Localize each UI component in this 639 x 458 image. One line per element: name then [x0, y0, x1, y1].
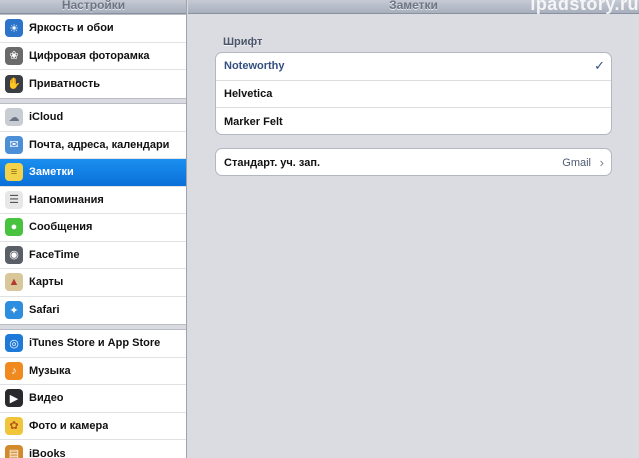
font-option-marker-felt[interactable]: Marker Felt [216, 108, 611, 134]
notes-icon: ≡ [5, 163, 23, 182]
sidebar-item-music[interactable]: ♪ Музыка [0, 358, 186, 385]
default-account-cell[interactable]: Стандарт. уч. зап. Gmail › [216, 149, 611, 175]
ibooks-icon: ▤ [5, 444, 23, 458]
font-option-label: Noteworthy [224, 60, 285, 73]
sidebar-item-label: Safari [29, 304, 60, 317]
sidebar-item-safari[interactable]: ✦ Safari [0, 297, 186, 325]
brightness-icon: ☀ [5, 19, 23, 38]
photos-icon: ✿ [5, 416, 23, 435]
sidebar-item-maps[interactable]: ▲ Карты [0, 269, 186, 297]
sidebar-item-label: Почта, адреса, календари [29, 138, 170, 151]
sidebar-item-facetime[interactable]: ◉ FaceTime [0, 242, 186, 269]
sidebar-item-video[interactable]: ▶ Видео [0, 385, 186, 413]
sidebar-item-brightness[interactable]: ☀ Яркость и обои [0, 15, 186, 43]
default-account-row[interactable]: Стандарт. уч. зап. Gmail › [215, 148, 612, 176]
sidebar-item-label: iCloud [29, 111, 64, 124]
messages-icon: ● [5, 218, 23, 237]
music-icon: ♪ [5, 361, 23, 380]
font-option-label: Marker Felt [224, 115, 283, 128]
sidebar-item-photos-camera[interactable]: ✿ Фото и камера [0, 413, 186, 440]
sidebar-group-media: ◎ iTunes Store и App Store ♪ Музыка ▶ Ви… [0, 329, 186, 458]
maps-icon: ▲ [5, 273, 23, 292]
sidebar-item-label: Карты [29, 276, 64, 289]
sidebar-item-label: Музыка [29, 364, 71, 377]
sidebar-item-itunes-app-store[interactable]: ◎ iTunes Store и App Store [0, 330, 186, 358]
sidebar-item-label: Сообщения [29, 221, 93, 234]
chevron-right-icon: › [599, 155, 604, 170]
sidebar-item-label: Цифровая фоторамка [29, 49, 150, 62]
sidebar-item-label: iTunes Store и App Store [29, 337, 161, 350]
sidebar-item-label: Напоминания [29, 193, 104, 206]
font-option-label: Helvetica [224, 87, 273, 100]
safari-icon: ✦ [5, 301, 23, 320]
font-section-title: Шрифт [223, 36, 263, 48]
default-account-label: Стандарт. уч. зап. [224, 156, 321, 169]
sidebar-item-label: Видео [29, 392, 64, 405]
default-account-value: Gmail [562, 157, 591, 169]
sidebar-item-label: Заметки [29, 166, 74, 179]
font-options-list: Noteworthy ✓ Helvetica Marker Felt [215, 52, 612, 135]
sidebar-item-label: Фото и камера [29, 419, 109, 432]
sidebar-item-photo-frame[interactable]: ❀ Цифровая фоторамка [0, 43, 186, 70]
font-option-noteworthy[interactable]: Noteworthy ✓ [216, 53, 611, 81]
sidebar-group-display: ☀ Яркость и обои ❀ Цифровая фоторамка ✋ … [0, 14, 186, 99]
watermark: ipadstory.ru [530, 0, 639, 14]
sidebar-item-privacy[interactable]: ✋ Приватность [0, 70, 186, 98]
app-store-icon: ◎ [5, 334, 23, 353]
checkmark-icon: ✓ [594, 58, 605, 73]
sidebar-item-mail[interactable]: ✉ Почта, адреса, календари [0, 132, 186, 159]
sidebar-title: Настройки [0, 0, 186, 14]
sidebar-item-icloud[interactable]: ☁ iCloud [0, 104, 186, 132]
sidebar-item-notes[interactable]: ≡ Заметки [0, 159, 186, 187]
mail-icon: ✉ [5, 135, 23, 154]
sidebar-item-label: Яркость и обои [29, 22, 114, 35]
reminders-icon: ☰ [5, 190, 23, 209]
sidebar-item-label: Приватность [29, 77, 100, 90]
sidebar-item-ibooks[interactable]: ▤ iBooks [0, 440, 186, 458]
sidebar-item-label: FaceTime [29, 248, 80, 261]
sidebar-item-label: iBooks [29, 447, 66, 458]
photo-frame-icon: ❀ [5, 46, 23, 65]
settings-sidebar: Настройки ☀ Яркость и обои ❀ Цифровая фо… [0, 0, 187, 458]
icloud-icon: ☁ [5, 108, 23, 127]
notes-settings-panel: Заметки ipadstory.ru Шрифт Noteworthy ✓ … [188, 0, 639, 458]
facetime-icon: ◉ [5, 245, 23, 264]
sidebar-group-apps: ☁ iCloud ✉ Почта, адреса, календари ≡ За… [0, 103, 186, 325]
sidebar-item-messages[interactable]: ● Сообщения [0, 214, 186, 242]
video-icon: ▶ [5, 389, 23, 408]
sidebar-item-reminders[interactable]: ☰ Напоминания [0, 187, 186, 214]
privacy-hand-icon: ✋ [5, 74, 23, 93]
font-option-helvetica[interactable]: Helvetica [216, 81, 611, 108]
